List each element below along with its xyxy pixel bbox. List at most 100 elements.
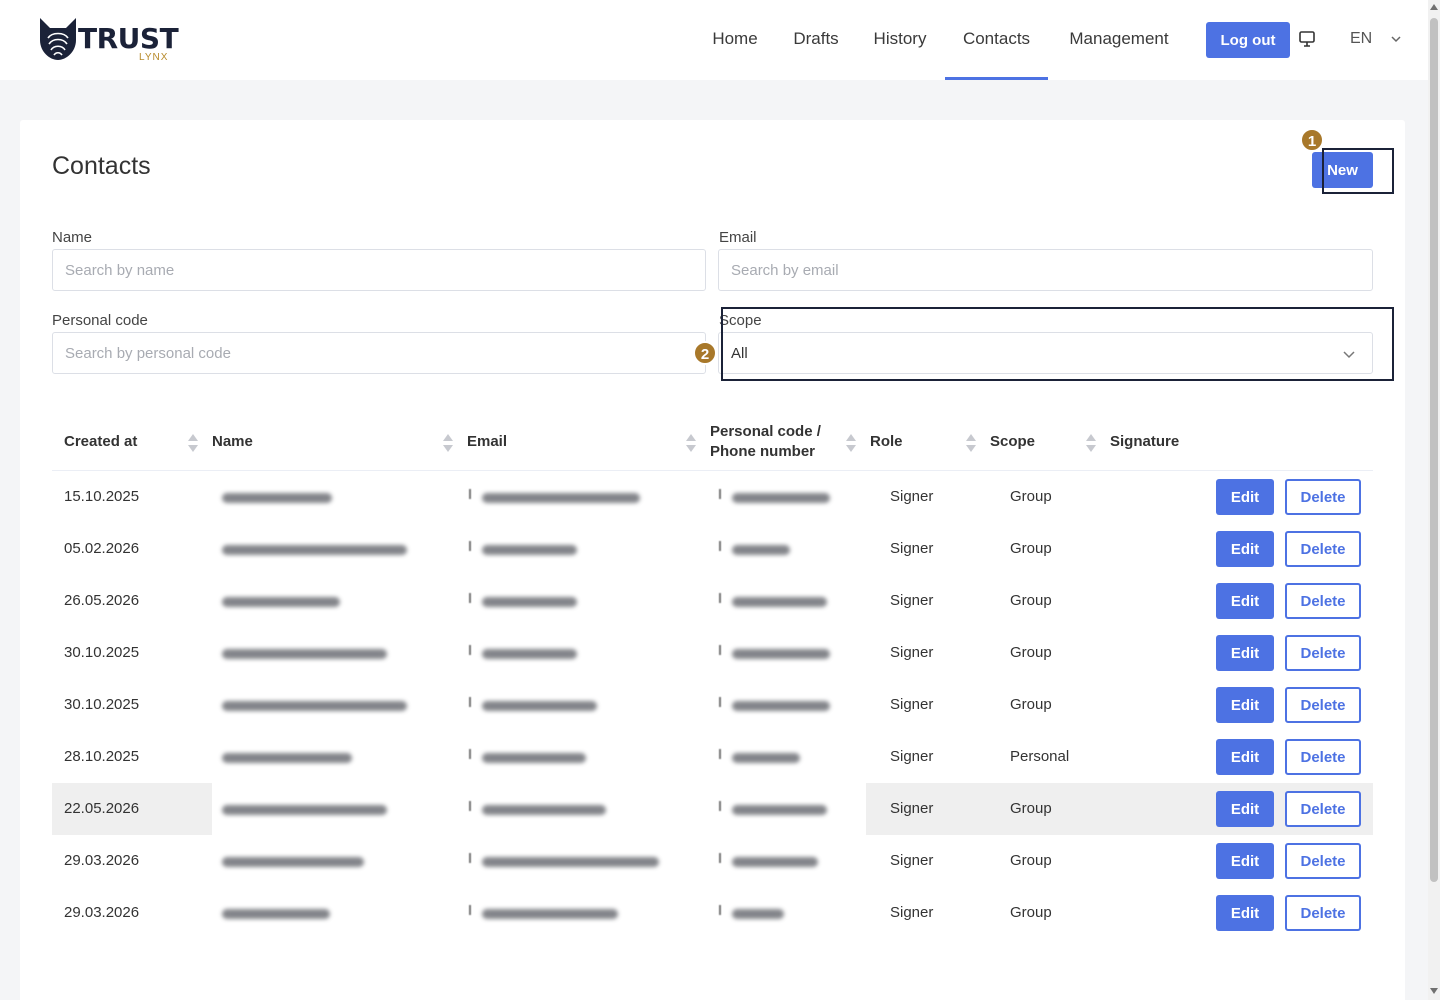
- table-row[interactable]: 28.10.2025 Signer Personal Edit Delete: [52, 731, 1373, 783]
- logo-wordmark: TRUST: [78, 22, 179, 55]
- nav-contacts[interactable]: Contacts: [945, 0, 1048, 80]
- table-row[interactable]: 05.02.2026 Signer Group Edit Delete: [52, 523, 1373, 575]
- redaction-mark: [719, 593, 721, 603]
- sort-arrows-icon[interactable]: [188, 433, 198, 453]
- created-at-cell: 29.03.2026: [64, 904, 140, 921]
- scroll-thumb[interactable]: [1430, 18, 1438, 882]
- sort-arrows-icon[interactable]: [1086, 433, 1096, 453]
- top-navbar: TRUST LYNX Home Drafts History Contacts …: [0, 0, 1428, 80]
- language-selector[interactable]: EN: [1350, 30, 1372, 48]
- created-at-cell: 15.10.2025: [64, 488, 140, 505]
- created-at-cell: 30.10.2025: [64, 696, 140, 713]
- redacted-name: [222, 493, 332, 503]
- delete-button[interactable]: Delete: [1285, 583, 1361, 619]
- redaction-mark: [469, 593, 471, 603]
- delete-button[interactable]: Delete: [1285, 635, 1361, 671]
- edit-button[interactable]: Edit: [1216, 531, 1274, 567]
- redacted-name: [222, 909, 330, 919]
- column-header-created-at[interactable]: Created at: [64, 432, 137, 452]
- redacted-email: [482, 805, 606, 815]
- column-header-name[interactable]: Name: [212, 432, 253, 452]
- redaction-mark: [719, 489, 721, 499]
- redaction-mark: [469, 801, 471, 811]
- scope-cell: Group: [1010, 852, 1052, 869]
- redacted-personal-code: [732, 909, 784, 919]
- redacted-email: [482, 597, 577, 607]
- delete-button[interactable]: Delete: [1285, 895, 1361, 931]
- table-row[interactable]: 30.10.2025 Signer Group Edit Delete: [52, 627, 1373, 679]
- table-row[interactable]: 22.05.2026 Signer Group Edit Delete: [52, 783, 1373, 835]
- scope-cell: Group: [1010, 644, 1052, 661]
- redacted-email: [482, 545, 577, 555]
- table-row[interactable]: 30.10.2025 Signer Group Edit Delete: [52, 679, 1373, 731]
- role-cell: Signer: [890, 852, 934, 869]
- redacted-name: [222, 805, 387, 815]
- name-search-input[interactable]: [52, 249, 706, 291]
- edit-button[interactable]: Edit: [1216, 791, 1274, 827]
- delete-button[interactable]: Delete: [1285, 791, 1361, 827]
- redaction-mark: [719, 801, 721, 811]
- sort-arrows-icon[interactable]: [686, 433, 696, 453]
- redaction-mark: [469, 697, 471, 707]
- redaction-mark: [469, 749, 471, 759]
- column-header-scope[interactable]: Scope: [990, 432, 1035, 452]
- redacted-name: [222, 753, 352, 763]
- scroll-up-arrow[interactable]: [1430, 4, 1438, 10]
- redacted-personal-code: [732, 753, 800, 763]
- redaction-mark: [719, 749, 721, 759]
- personal-code-search-input[interactable]: [52, 332, 706, 374]
- column-header-personal-code[interactable]: Personal code / Phone number: [710, 422, 840, 462]
- edit-button[interactable]: Edit: [1216, 687, 1274, 723]
- redacted-personal-code: [732, 857, 818, 867]
- role-cell: Signer: [890, 540, 934, 557]
- edit-button[interactable]: Edit: [1216, 895, 1274, 931]
- column-header-email[interactable]: Email: [467, 432, 507, 452]
- redaction-mark: [719, 541, 721, 551]
- column-header-role[interactable]: Role: [870, 432, 903, 452]
- role-cell: Signer: [890, 748, 934, 765]
- edit-button[interactable]: Edit: [1216, 843, 1274, 879]
- role-cell: Signer: [890, 800, 934, 817]
- scope-cell: Group: [1010, 540, 1052, 557]
- chevron-down-icon[interactable]: [1390, 33, 1402, 45]
- trust-lynx-logo[interactable]: TRUST LYNX: [36, 16, 186, 64]
- created-at-cell: 28.10.2025: [64, 748, 140, 765]
- table-row[interactable]: 29.03.2026 Signer Group Edit Delete: [52, 887, 1373, 939]
- nav-drafts[interactable]: Drafts: [784, 0, 848, 80]
- redaction-mark: [469, 489, 471, 499]
- redacted-name: [222, 857, 364, 867]
- scope-cell: Group: [1010, 904, 1052, 921]
- nav-management[interactable]: Management: [1056, 0, 1182, 80]
- delete-button[interactable]: Delete: [1285, 687, 1361, 723]
- logout-button[interactable]: Log out: [1206, 22, 1290, 58]
- sort-arrows-icon[interactable]: [966, 433, 976, 453]
- redacted-name: [222, 649, 387, 659]
- redacted-personal-code: [732, 649, 830, 659]
- scroll-down-arrow[interactable]: [1430, 988, 1438, 994]
- nav-history[interactable]: History: [864, 0, 936, 80]
- sort-arrows-icon[interactable]: [846, 433, 856, 453]
- sort-arrows-icon[interactable]: [443, 433, 453, 453]
- delete-button[interactable]: Delete: [1285, 843, 1361, 879]
- email-label: Email: [719, 229, 757, 246]
- redaction-mark: [719, 645, 721, 655]
- redacted-personal-code: [732, 545, 790, 555]
- edit-button[interactable]: Edit: [1216, 479, 1274, 515]
- monitor-icon[interactable]: [1298, 30, 1316, 48]
- delete-button[interactable]: Delete: [1285, 739, 1361, 775]
- edit-button[interactable]: Edit: [1216, 583, 1274, 619]
- page-scrollbar[interactable]: [1428, 0, 1440, 1000]
- table-row[interactable]: 26.05.2026 Signer Group Edit Delete: [52, 575, 1373, 627]
- edit-button[interactable]: Edit: [1216, 739, 1274, 775]
- email-search-input[interactable]: [718, 249, 1373, 291]
- edit-button[interactable]: Edit: [1216, 635, 1274, 671]
- name-label: Name: [52, 229, 93, 246]
- table-row[interactable]: 29.03.2026 Signer Group Edit Delete: [52, 835, 1373, 887]
- highlight-box-new: [1322, 148, 1394, 194]
- table-row[interactable]: 15.10.2025 Signer Group Edit Delete: [52, 471, 1373, 523]
- delete-button[interactable]: Delete: [1285, 479, 1361, 515]
- redacted-email: [482, 493, 640, 503]
- redacted-email: [482, 753, 586, 763]
- delete-button[interactable]: Delete: [1285, 531, 1361, 567]
- nav-home[interactable]: Home: [702, 0, 768, 80]
